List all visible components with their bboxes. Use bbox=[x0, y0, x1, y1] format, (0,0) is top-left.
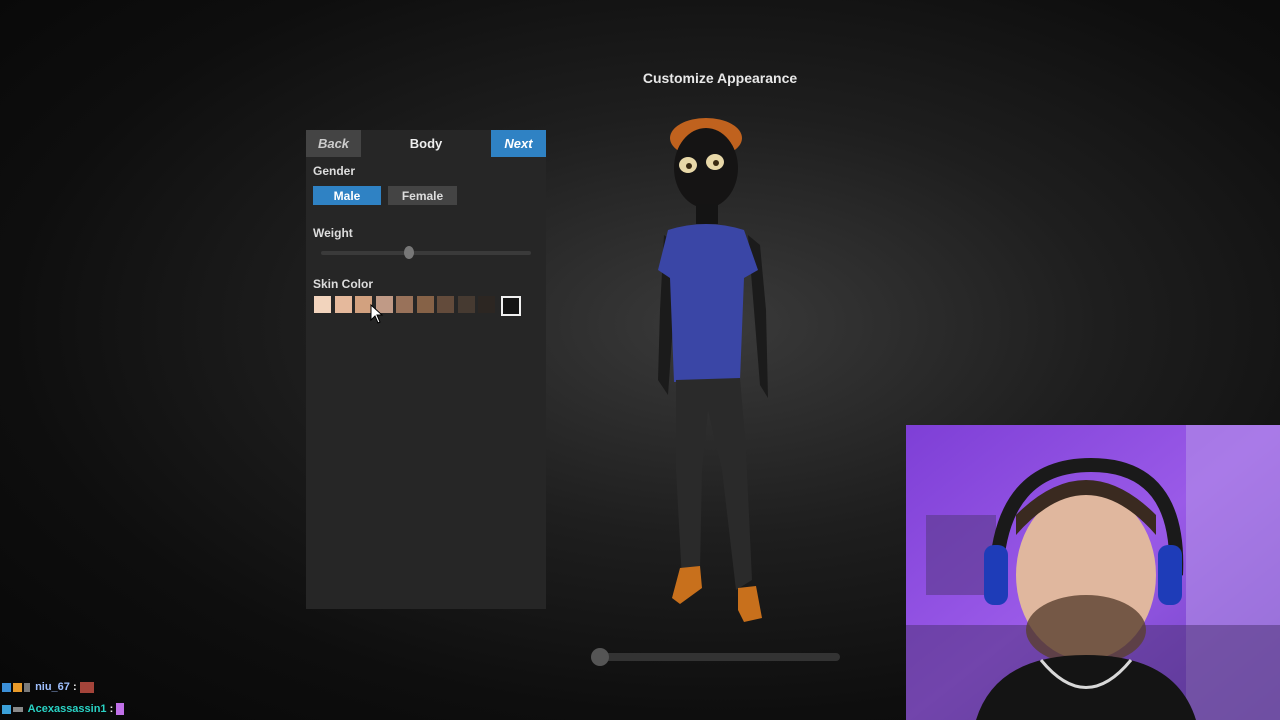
badge-icon bbox=[24, 682, 30, 692]
chat-username: Acexassassin1 bbox=[27, 703, 107, 715]
weight-slider-track[interactable] bbox=[321, 251, 531, 255]
chat-message: niu_67 : bbox=[2, 681, 96, 693]
section-title: Body bbox=[409, 136, 443, 151]
skin-color-swatch-7[interactable] bbox=[437, 296, 454, 313]
panel-header: Back Body Next bbox=[306, 130, 546, 157]
badge-icon bbox=[13, 706, 23, 712]
skin-color-swatch-10[interactable] bbox=[500, 296, 521, 316]
skin-color-swatch-1[interactable] bbox=[314, 296, 331, 313]
feather-emote-icon bbox=[116, 703, 125, 716]
next-button[interactable]: Next bbox=[491, 130, 546, 157]
rotation-slider-thumb[interactable] bbox=[591, 648, 609, 666]
chat-separator: : bbox=[109, 703, 114, 715]
skin-color-swatch-9[interactable] bbox=[478, 296, 495, 313]
badge-icon bbox=[13, 682, 22, 692]
skin-color-label: Skin Color bbox=[313, 277, 374, 291]
badge-icon bbox=[2, 682, 11, 692]
badge-icon bbox=[2, 704, 11, 714]
skin-color-swatch-8[interactable] bbox=[457, 296, 475, 313]
character-pants bbox=[676, 378, 752, 590]
skin-color-swatch-2[interactable] bbox=[334, 296, 352, 313]
weight-label: Weight bbox=[313, 226, 353, 240]
character-right-shoe bbox=[738, 586, 762, 622]
character-left-shoe bbox=[672, 566, 702, 604]
webcam-overlay bbox=[906, 425, 1280, 720]
skin-color-swatch-6[interactable] bbox=[416, 296, 434, 313]
skin-color-swatch-5[interactable] bbox=[396, 296, 413, 313]
brick-emote-icon bbox=[79, 681, 94, 693]
mouse-cursor-icon bbox=[370, 304, 384, 324]
gender-male-button[interactable]: Male bbox=[313, 186, 381, 205]
chat-message: Acexassassin1 : bbox=[2, 703, 126, 716]
chat-username: niu_67 bbox=[35, 681, 70, 693]
back-button[interactable]: Back bbox=[306, 130, 361, 157]
customize-panel: Back Body Next Gender Male Female Weight… bbox=[306, 130, 546, 609]
weight-slider-thumb[interactable] bbox=[404, 246, 415, 259]
gender-female-button[interactable]: Female bbox=[388, 186, 457, 205]
rotation-slider-track[interactable] bbox=[600, 653, 840, 661]
chat-separator: : bbox=[72, 681, 77, 693]
gender-label: Gender bbox=[313, 164, 356, 178]
character-shirt bbox=[658, 224, 758, 382]
screen-title: Customize Appearance bbox=[642, 70, 798, 86]
character-preview[interactable] bbox=[640, 110, 790, 640]
